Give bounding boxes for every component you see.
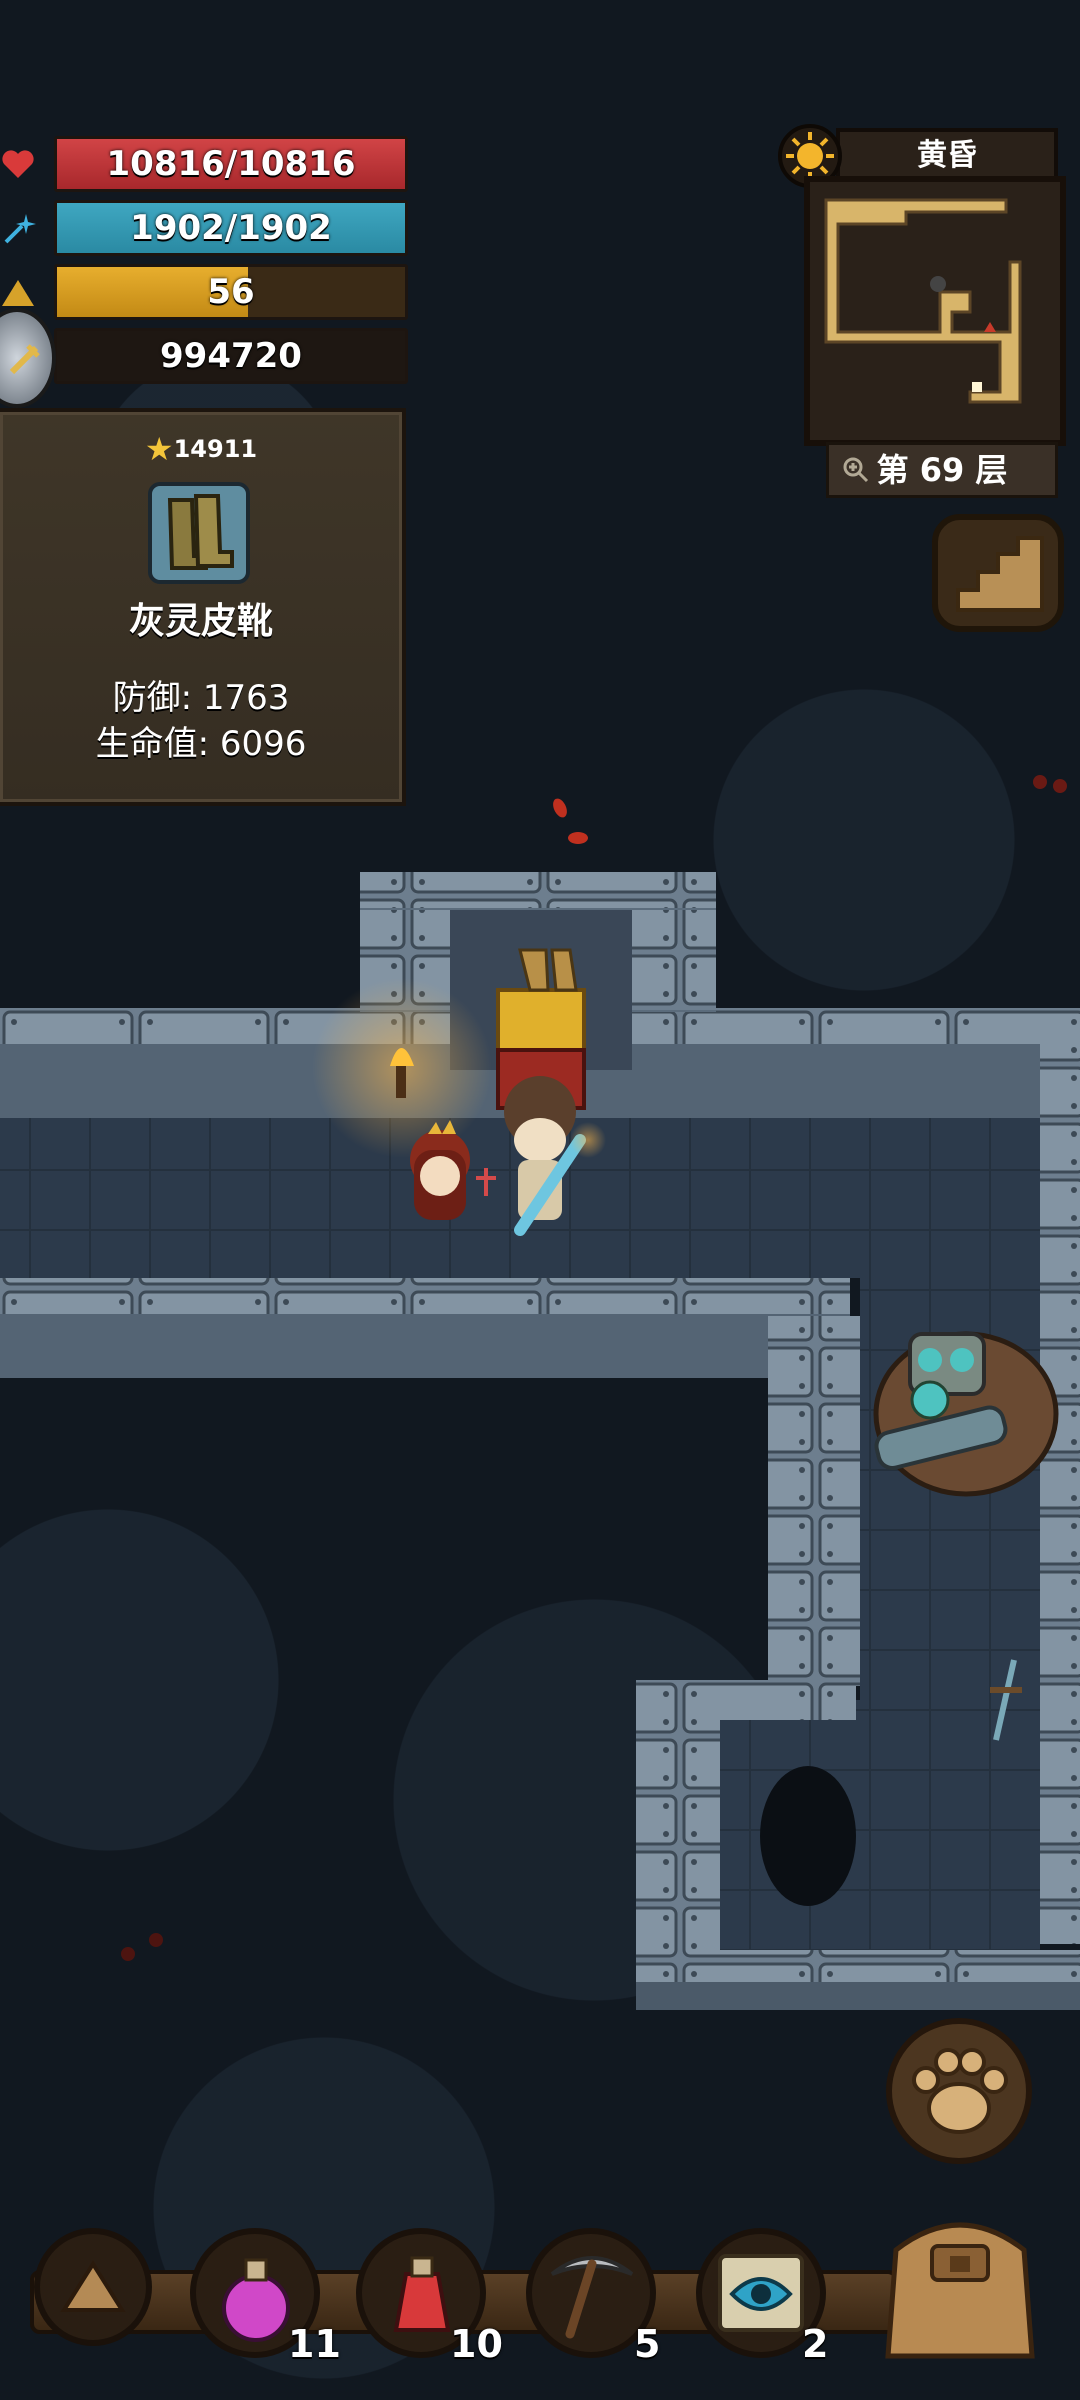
item-name: 灰灵皮靴 [128,601,273,642]
menu-expand-button[interactable] [34,2228,152,2346]
stairs-icon [956,536,1044,612]
item-defense: 防御: 1763 [112,678,290,718]
pickaxe-icon [550,2256,634,2339]
gold-bar: 994720 [54,328,408,384]
zoom-icon [843,457,869,483]
item-score-value: 14911 [173,435,258,463]
paw-icon [912,2048,1008,2134]
level-row: 56 [0,264,408,320]
mp-bar: 1902/1902 [54,200,408,256]
item-icon-slot[interactable] [148,482,250,584]
hp-bar: 10816/10816 [54,136,408,192]
magic-wand-icon [4,214,36,244]
minimap-paths [824,198,1022,404]
item-score: ★14911 [0,430,402,468]
floor-label: 第 69 层 [876,451,1008,489]
level-triangle-icon [2,280,34,306]
floor-indicator: 第 69 层 [826,442,1058,498]
item-tooltip: ★14911 灰灵皮靴 防御: 1763 生命值: 6096 [0,408,406,806]
hp-row: 10816/10816 [0,136,408,192]
level-value: 56 [207,272,255,312]
hotbar-slot-2-count: 10 [450,2322,503,2366]
sword-icon [9,344,40,375]
star-icon: ★ [144,430,174,468]
hotbar-slot-4-count: 2 [802,2322,829,2366]
item-hp: 生命值: 6096 [95,724,307,764]
pet-button[interactable] [886,2018,1032,2164]
mp-row: 1902/1902 [0,200,408,256]
hotbar-slot-3-count: 5 [634,2322,661,2366]
player-marker-icon [930,276,946,292]
hotbar-slot-1-count: 11 [288,2322,341,2366]
backpack-button[interactable] [872,2190,1048,2370]
backpack-icon [885,2222,1035,2359]
triangle-up-icon [60,2260,126,2312]
boots-icon [167,494,234,570]
heart-icon [2,150,34,178]
stairs-button[interactable] [932,514,1064,632]
level-bar: 56 [54,264,408,320]
minimap[interactable] [804,176,1066,446]
gold-row: 994720 [0,328,408,384]
